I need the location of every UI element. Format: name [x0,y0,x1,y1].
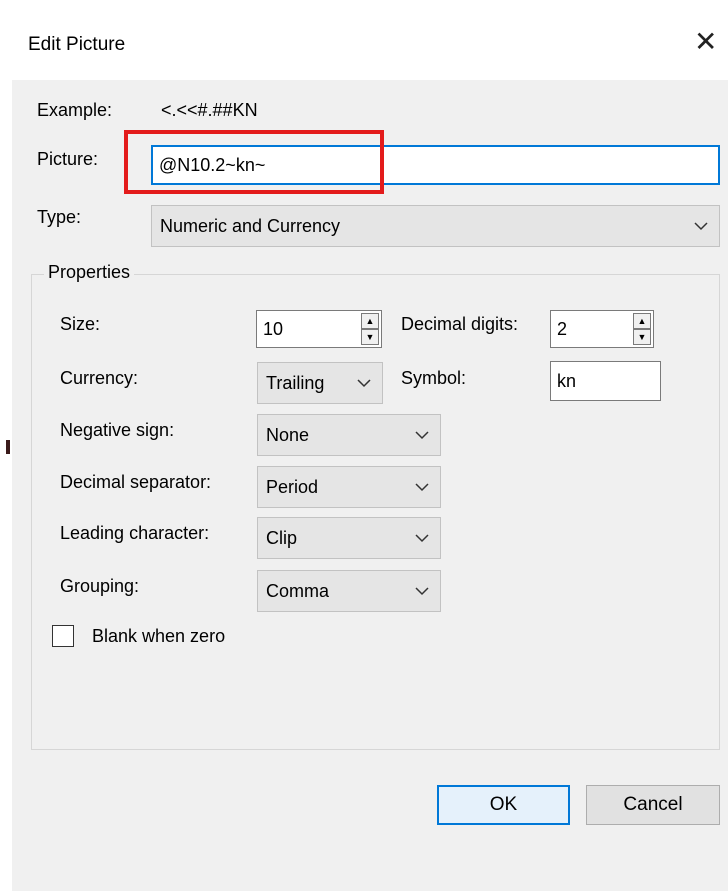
example-label: Example: [37,100,113,120]
spin-up-icon[interactable]: ▲ [633,313,651,329]
decimal-digits-label: Decimal digits: [401,314,519,334]
type-label: Type: [37,207,82,227]
symbol-input-value: kn [557,370,577,391]
spin-down-icon[interactable]: ▼ [361,329,379,345]
leading-character-dropdown-value: Clip [266,527,298,548]
chevron-down-icon [357,379,371,388]
leading-character-dropdown[interactable]: Clip [257,517,441,559]
currency-label: Currency: [60,368,139,388]
negative-sign-label: Negative sign: [60,420,175,440]
grouping-label: Grouping: [60,576,140,596]
background-window-mark [6,440,10,454]
chevron-down-icon [415,431,429,440]
spin-up-icon[interactable]: ▲ [361,313,379,329]
spin-down-icon[interactable]: ▼ [633,329,651,345]
size-spin-buttons: ▲ ▼ [361,313,379,345]
leading-character-label: Leading character: [60,523,210,543]
dialog-title: Edit Picture [28,34,126,55]
ok-button[interactable]: OK [437,785,570,825]
cancel-button[interactable]: Cancel [586,785,720,825]
size-label: Size: [60,314,101,334]
close-icon[interactable]: ✕ [694,28,717,56]
negative-sign-dropdown[interactable]: None [257,414,441,456]
blank-when-zero-checkbox[interactable] [52,625,74,647]
chevron-down-icon [415,483,429,492]
decimal-digits-spinner[interactable]: 2 ▲ ▼ [550,310,654,348]
example-value: <.<<#.##KN [161,100,258,120]
chevron-down-icon [415,534,429,543]
properties-group-title: Properties [44,262,135,283]
chevron-down-icon [694,222,708,231]
type-dropdown-value: Numeric and Currency [160,215,341,236]
blank-when-zero-label[interactable]: Blank when zero [92,626,225,647]
picture-input-value: @N10.2~kn~ [159,154,266,175]
picture-input[interactable]: @N10.2~kn~ [151,145,720,185]
decimal-separator-label: Decimal separator: [60,472,212,492]
decimal-separator-dropdown[interactable]: Period [257,466,441,508]
decimal-digits-spin-buttons: ▲ ▼ [633,313,651,345]
negative-sign-dropdown-value: None [266,424,310,445]
chevron-down-icon [415,587,429,596]
symbol-label: Symbol: [401,368,467,388]
decimal-separator-dropdown-value: Period [266,476,319,497]
decimal-digits-value: 2 [557,318,568,339]
size-value: 10 [263,318,284,339]
currency-dropdown[interactable]: Trailing [257,362,383,404]
grouping-dropdown-value: Comma [266,580,330,601]
type-dropdown[interactable]: Numeric and Currency [151,205,720,247]
size-spinner[interactable]: 10 ▲ ▼ [256,310,382,348]
picture-label: Picture: [37,149,99,169]
grouping-dropdown[interactable]: Comma [257,570,441,612]
currency-dropdown-value: Trailing [266,372,325,393]
symbol-input[interactable]: kn [550,361,661,401]
